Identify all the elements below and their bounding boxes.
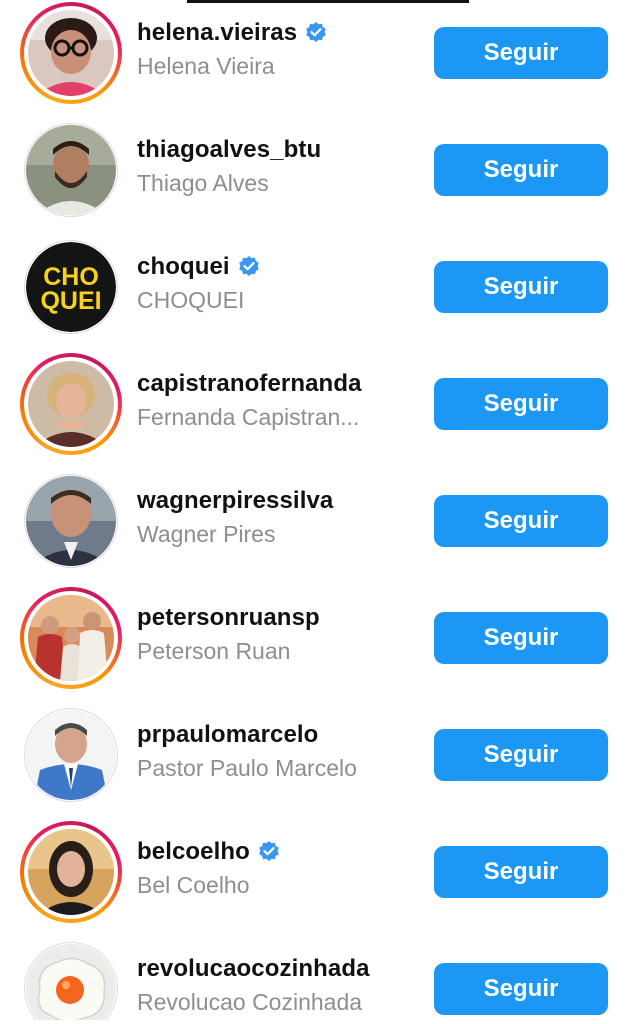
list-item[interactable]: prpaulomarcelo Pastor Paulo Marcelo Segu… bbox=[0, 694, 634, 811]
choquei-logo-avatar: CHO QUEI bbox=[26, 242, 116, 332]
svg-text:QUEI: QUEI bbox=[40, 287, 101, 315]
follow-button[interactable]: Seguir bbox=[434, 612, 608, 664]
full-name: Wagner Pires bbox=[137, 521, 276, 547]
full-name: Revolucao Cozinhada bbox=[137, 989, 363, 1015]
dark-hair-woman-avatar bbox=[28, 829, 114, 915]
avatar-frame[interactable] bbox=[20, 704, 122, 806]
username[interactable]: capistranofernanda bbox=[137, 370, 362, 398]
bottom-edge bbox=[0, 1020, 634, 1024]
bearded-man-avatar bbox=[26, 125, 116, 215]
blonde-woman-avatar bbox=[28, 361, 114, 447]
suggested-accounts-screen: helena.vieiras Helena Vieira Seguir thia… bbox=[0, 0, 634, 1024]
username[interactable]: belcoelho bbox=[137, 838, 250, 866]
list-item[interactable]: helena.vieiras Helena Vieira Seguir bbox=[0, 0, 634, 109]
list-item[interactable]: wagnerpiressilva Wagner Pires Seguir bbox=[0, 460, 634, 577]
full-name: Peterson Ruan bbox=[137, 638, 291, 664]
list-item[interactable]: thiagoalves_btu Thiago Alves Seguir bbox=[0, 109, 634, 226]
verified-badge-icon bbox=[259, 841, 279, 861]
man-blue-suit-avatar bbox=[26, 710, 116, 800]
follow-button[interactable]: Seguir bbox=[434, 144, 608, 196]
story-ring[interactable] bbox=[20, 2, 122, 104]
story-ring[interactable] bbox=[20, 353, 122, 455]
follow-button[interactable]: Seguir bbox=[434, 729, 608, 781]
list-item[interactable]: petersonruansp Peterson Ruan Seguir bbox=[0, 577, 634, 694]
full-name: Helena Vieira bbox=[137, 53, 275, 79]
follow-button[interactable]: Seguir bbox=[434, 495, 608, 547]
follow-button[interactable]: Seguir bbox=[434, 963, 608, 1015]
full-name: CHOQUEI bbox=[137, 287, 245, 313]
follow-button[interactable]: Seguir bbox=[434, 261, 608, 313]
avatar-frame[interactable] bbox=[20, 938, 122, 1024]
list-item[interactable]: capistranofernanda Fernanda Capistran...… bbox=[0, 343, 634, 460]
follow-button[interactable]: Seguir bbox=[434, 846, 608, 898]
list-item[interactable]: belcoelho Bel Coelho Seguir bbox=[0, 811, 634, 928]
full-name: Fernanda Capistran... bbox=[137, 404, 360, 430]
avatar-frame[interactable] bbox=[20, 470, 122, 572]
username[interactable]: prpaulomarcelo bbox=[137, 721, 318, 749]
person-glasses-avatar bbox=[28, 10, 114, 96]
full-name: Thiago Alves bbox=[137, 170, 269, 196]
list-item[interactable]: revolucaocozinhada Revolucao Cozinhada S… bbox=[0, 928, 634, 1024]
story-ring[interactable] bbox=[20, 587, 122, 689]
username[interactable]: wagnerpiressilva bbox=[137, 487, 333, 515]
follow-button[interactable]: Seguir bbox=[434, 27, 608, 79]
full-name: Bel Coelho bbox=[137, 872, 250, 898]
username[interactable]: helena.vieiras bbox=[137, 19, 297, 47]
man-suit-avatar bbox=[26, 476, 116, 566]
username[interactable]: choquei bbox=[137, 253, 230, 281]
follow-button[interactable]: Seguir bbox=[434, 378, 608, 430]
group-photo-avatar bbox=[28, 595, 114, 681]
username[interactable]: revolucaocozinhada bbox=[137, 955, 370, 983]
full-name: Pastor Paulo Marcelo bbox=[137, 755, 357, 781]
suggested-accounts-list: helena.vieiras Helena Vieira Seguir thia… bbox=[0, 0, 634, 1024]
fried-egg-avatar bbox=[26, 944, 116, 1024]
verified-badge-icon bbox=[238, 256, 259, 276]
list-item[interactable]: CHO QUEI choquei CHOQUEI Seguir bbox=[0, 226, 634, 343]
avatar-frame[interactable] bbox=[20, 119, 122, 221]
username[interactable]: petersonruansp bbox=[137, 604, 320, 632]
story-ring[interactable] bbox=[20, 821, 122, 923]
avatar-frame[interactable]: CHO QUEI bbox=[20, 236, 122, 338]
username[interactable]: thiagoalves_btu bbox=[137, 136, 321, 164]
verified-badge-icon bbox=[306, 22, 326, 42]
